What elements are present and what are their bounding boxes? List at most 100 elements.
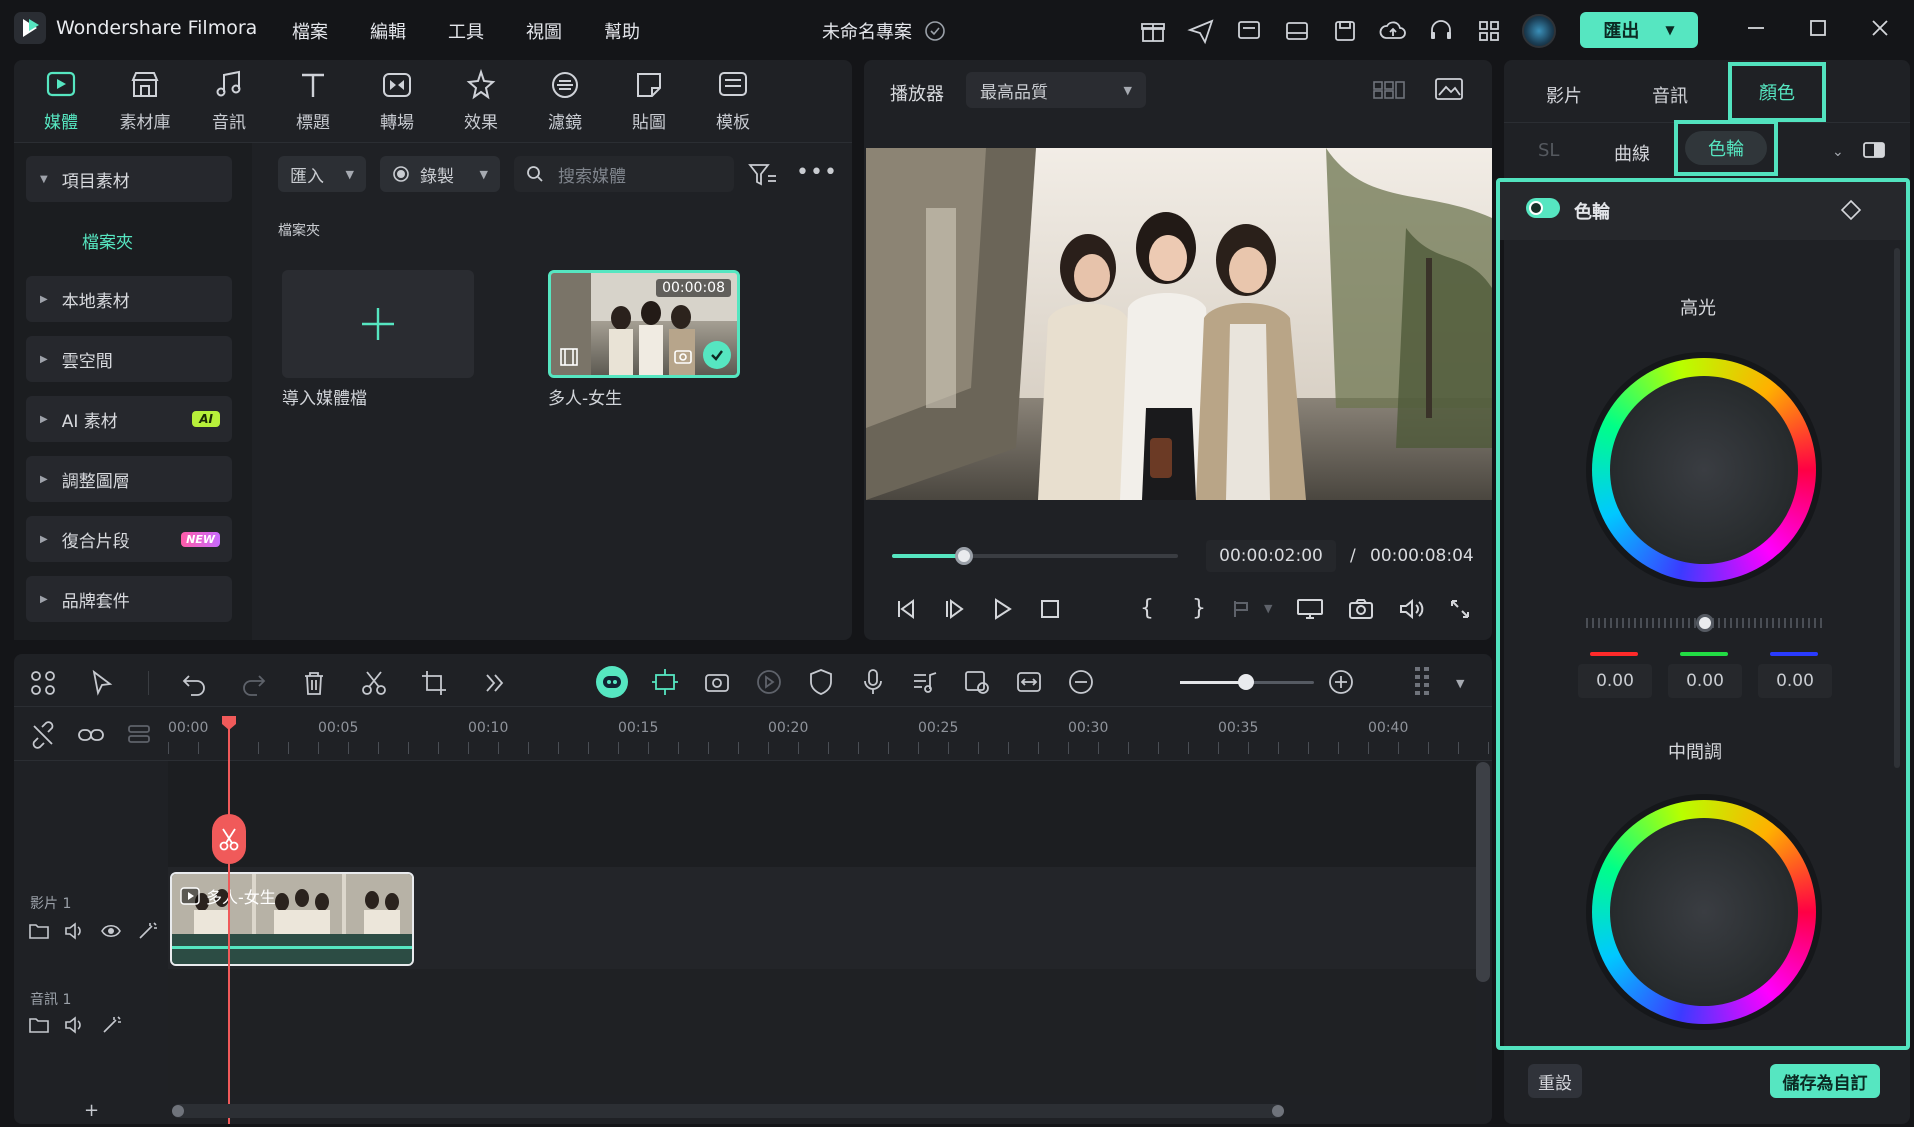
volume-icon[interactable] [64,1015,86,1035]
timeline-video-clip[interactable]: 多人-女生 [170,872,414,966]
apps-grid-icon[interactable] [1474,16,1504,46]
timeline-ruler[interactable]: 00:00 00:05 00:10 00:15 00:20 00:25 00:3… [168,706,1490,760]
snapshot-view-icon[interactable] [1434,76,1464,102]
audio-track-lane[interactable] [168,969,1476,1095]
sidebar-item-project-media[interactable]: ▼ 項目素材 [26,156,232,202]
menu-help[interactable]: 幫助 [604,18,640,44]
microphone-icon[interactable] [858,667,888,697]
zoom-slider-handle[interactable] [1238,674,1254,690]
close-icon[interactable] [1868,16,1892,40]
midtones-color-wheel[interactable] [1592,800,1816,1024]
tab-transitions[interactable]: 轉場 [360,68,434,133]
sidebar-item-cloud[interactable]: ▶ 雲空間 [26,336,232,382]
ai-sparkle-icon[interactable] [650,667,680,697]
subtab-curves[interactable]: 曲線 [1614,140,1650,166]
menu-edit[interactable]: 編輯 [370,18,406,44]
previous-frame-icon[interactable] [894,597,918,621]
search-input[interactable]: 搜索媒體 [558,162,626,187]
highlights-slider[interactable] [1586,614,1822,632]
layout-grid-icon[interactable] [28,668,58,698]
chevron-down-icon[interactable]: ▼ [1456,677,1464,690]
headset-icon[interactable] [1426,16,1456,46]
scissors-icon[interactable] [359,668,389,698]
zoom-out-icon[interactable] [1066,667,1096,697]
folder-lock-icon[interactable] [28,921,50,941]
highlights-slider-handle[interactable] [1696,614,1714,632]
folder-lock-icon[interactable] [28,1015,50,1035]
undo-icon[interactable] [179,668,209,698]
reset-button[interactable]: 重設 [1528,1064,1582,1098]
chevron-down-icon[interactable]: ▼ [1264,602,1272,615]
tab-color[interactable]: 顏色 [1728,62,1826,122]
display-icon[interactable] [1296,597,1324,621]
unlink-icon[interactable] [28,720,58,750]
sidebar-item-compound[interactable]: ▶ 復合片段 NEW [26,516,232,562]
save-icon[interactable] [1330,16,1360,46]
volume-icon[interactable] [64,921,86,941]
ai-copilot-icon[interactable] [596,666,628,698]
crop-icon[interactable] [419,668,449,698]
tab-filters[interactable]: 濾鏡 [528,68,602,133]
grid-view-icon[interactable] [1372,78,1406,102]
delete-icon[interactable] [299,668,329,698]
media-clip-thumbnail[interactable]: 00:00:08 [548,270,740,378]
avatar[interactable] [1522,14,1556,48]
save-as-custom-button[interactable]: 儲存為自訂 [1770,1064,1880,1098]
speed-icon[interactable] [754,667,784,697]
keyframe-diamond-icon[interactable] [1840,199,1862,221]
tab-templates[interactable]: 模板 [696,68,770,133]
menu-tools[interactable]: 工具 [448,18,484,44]
playback-progress-track[interactable] [892,547,1178,565]
send-icon[interactable] [1186,16,1216,46]
panel-scrollbar[interactable] [1894,248,1900,768]
zoom-in-icon[interactable] [1326,667,1356,697]
magic-wand-icon[interactable] [100,1015,122,1035]
quality-dropdown[interactable]: 最高品質 ▼ [966,72,1146,108]
magic-wand-icon[interactable] [136,921,158,941]
stop-icon[interactable] [1038,597,1062,621]
timeline-horizontal-scrollbar[interactable] [172,1104,1284,1118]
red-value-input[interactable]: 0.00 [1578,664,1652,698]
menu-file[interactable]: 檔案 [292,18,328,44]
sidebar-item-local[interactable]: ▶ 本地素材 [26,276,232,322]
midtones-wheel-center[interactable] [1610,818,1798,1006]
cloud-upload-icon[interactable] [1378,16,1408,46]
redo-icon[interactable] [239,668,269,698]
media-search[interactable]: 搜索媒體 [514,156,734,192]
fit-width-icon[interactable] [1014,667,1044,697]
video-preview[interactable] [866,148,1492,500]
eye-icon[interactable] [100,921,122,941]
tab-effects[interactable]: 效果 [444,68,518,133]
compare-view-icon[interactable] [1862,138,1886,162]
mark-in-icon[interactable]: { [1140,596,1154,621]
next-frame-icon[interactable] [942,597,966,621]
color-wheel-toggle[interactable] [1526,198,1560,218]
scrollbar-right-handle[interactable] [1272,1105,1284,1117]
split-scissors-button[interactable] [212,814,246,864]
auto-enhance-icon[interactable] [702,667,732,697]
layout-icon[interactable] [1282,16,1312,46]
shield-icon[interactable] [806,667,836,697]
timeline-vertical-scrollbar[interactable] [1476,762,1490,982]
more-tools-icon[interactable] [479,668,509,698]
blue-value-input[interactable]: 0.00 [1758,664,1832,698]
record-dropdown[interactable]: 錄製 ▼ [380,156,500,192]
add-track-button[interactable]: + [84,1100,99,1121]
sidebar-item-ai[interactable]: ▶ AI 素材 AI [26,396,232,442]
tab-titles[interactable]: 標題 [276,68,350,133]
minimize-icon[interactable] [1744,16,1768,40]
export-button[interactable]: 匯出 ▼ [1580,12,1698,48]
tab-audio-properties[interactable]: 音訊 [1652,82,1688,108]
sidebar-item-brand[interactable]: ▶ 品牌套件 [26,576,232,622]
play-icon[interactable] [990,597,1014,621]
chevron-down-icon[interactable]: ⌄ [1832,144,1844,160]
tab-stock[interactable]: 素材庫 [108,68,182,133]
audio-list-icon[interactable] [910,667,940,697]
gift-icon[interactable] [1138,16,1168,46]
feedback-icon[interactable] [1234,16,1264,46]
scrollbar-left-handle[interactable] [172,1105,184,1117]
highlights-wheel-center[interactable] [1610,376,1798,564]
tab-video[interactable]: 影片 [1546,82,1582,108]
highlights-color-wheel[interactable] [1592,358,1816,582]
zoom-slider[interactable] [1180,674,1314,690]
